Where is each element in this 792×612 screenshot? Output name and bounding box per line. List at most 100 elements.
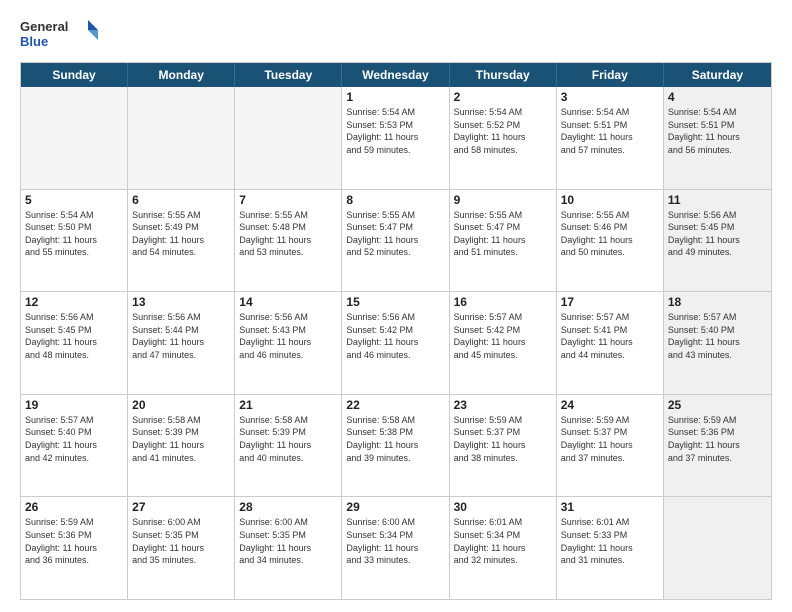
day-number: 9 [454,193,552,207]
calendar-cell-1-7: 4 Sunrise: 5:54 AM Sunset: 5:51 PM Daylig… [664,87,771,189]
header-cell-thursday: Thursday [450,63,557,87]
day-info: Sunrise: 5:56 AM Sunset: 5:43 PM Dayligh… [239,311,337,361]
day-number: 24 [561,398,659,412]
day-info: Sunrise: 5:55 AM Sunset: 5:47 PM Dayligh… [346,209,444,259]
day-number: 6 [132,193,230,207]
svg-text:Blue: Blue [20,34,48,49]
calendar-cell-3-6: 17 Sunrise: 5:57 AM Sunset: 5:41 PM Dayli… [557,292,664,394]
day-info: Sunrise: 5:54 AM Sunset: 5:52 PM Dayligh… [454,106,552,156]
day-number: 27 [132,500,230,514]
calendar-cell-2-7: 11Sunrise: 5:56 AM Sunset: 5:45 PM Dayli… [664,190,771,292]
day-number: 3 [561,90,659,104]
day-number: 21 [239,398,337,412]
day-info: Sunrise: 5:57 AM Sunset: 5:42 PM Dayligh… [454,311,552,361]
day-number: 18 [668,295,767,309]
calendar-cell-4-5: 23Sunrise: 5:59 AM Sunset: 5:37 PM Dayli… [450,395,557,497]
day-info: Sunrise: 5:58 AM Sunset: 5:38 PM Dayligh… [346,414,444,464]
calendar-cell-1-4: 1 Sunrise: 5:54 AM Sunset: 5:53 PM Daylig… [342,87,449,189]
calendar-cell-4-7: 25 Sunrise: 5:59 AM Sunset: 5:36 PM Dayli… [664,395,771,497]
day-number: 8 [346,193,444,207]
day-info: Sunrise: 5:55 AM Sunset: 5:48 PM Dayligh… [239,209,337,259]
calendar-cell-3-4: 15 Sunrise: 5:56 AM Sunset: 5:42 PM Dayli… [342,292,449,394]
calendar-cell-2-6: 10Sunrise: 5:55 AM Sunset: 5:46 PM Dayli… [557,190,664,292]
day-info: Sunrise: 5:57 AM Sunset: 5:41 PM Dayligh… [561,311,659,361]
day-info: Sunrise: 5:55 AM Sunset: 5:46 PM Dayligh… [561,209,659,259]
day-number: 30 [454,500,552,514]
calendar-header: SundayMondayTuesdayWednesdayThursdayFrid… [21,63,771,87]
calendar-cell-5-2: 27 Sunrise: 6:00 AM Sunset: 5:35 PM Dayli… [128,497,235,599]
day-number: 23 [454,398,552,412]
calendar-cell-3-3: 14 Sunrise: 5:56 AM Sunset: 5:43 PM Dayli… [235,292,342,394]
day-number: 1 [346,90,444,104]
day-number: 25 [668,398,767,412]
calendar-cell-2-2: 6 Sunrise: 5:55 AM Sunset: 5:49 PM Daylig… [128,190,235,292]
header-cell-sunday: Sunday [21,63,128,87]
day-info: Sunrise: 5:54 AM Sunset: 5:50 PM Dayligh… [25,209,123,259]
day-number: 7 [239,193,337,207]
calendar-cell-5-3: 28Sunrise: 6:00 AM Sunset: 5:35 PM Dayli… [235,497,342,599]
calendar-cell-1-3 [235,87,342,189]
calendar-cell-1-5: 2 Sunrise: 5:54 AM Sunset: 5:52 PM Daylig… [450,87,557,189]
day-number: 14 [239,295,337,309]
calendar-body: 1 Sunrise: 5:54 AM Sunset: 5:53 PM Daylig… [21,87,771,599]
calendar-cell-5-5: 30Sunrise: 6:01 AM Sunset: 5:34 PM Dayli… [450,497,557,599]
day-info: Sunrise: 5:54 AM Sunset: 5:51 PM Dayligh… [561,106,659,156]
day-info: Sunrise: 5:56 AM Sunset: 5:45 PM Dayligh… [668,209,767,259]
calendar: SundayMondayTuesdayWednesdayThursdayFrid… [20,62,772,600]
day-info: Sunrise: 5:56 AM Sunset: 5:44 PM Dayligh… [132,311,230,361]
calendar-cell-4-2: 20 Sunrise: 5:58 AM Sunset: 5:39 PM Dayli… [128,395,235,497]
day-info: Sunrise: 5:56 AM Sunset: 5:42 PM Dayligh… [346,311,444,361]
day-info: Sunrise: 5:59 AM Sunset: 5:36 PM Dayligh… [668,414,767,464]
day-info: Sunrise: 6:00 AM Sunset: 5:34 PM Dayligh… [346,516,444,566]
page: GeneralBlue SundayMondayTuesdayWednesday… [0,0,792,612]
day-info: Sunrise: 5:59 AM Sunset: 5:36 PM Dayligh… [25,516,123,566]
day-number: 15 [346,295,444,309]
day-number: 5 [25,193,123,207]
calendar-cell-3-5: 16 Sunrise: 5:57 AM Sunset: 5:42 PM Dayli… [450,292,557,394]
day-info: Sunrise: 5:55 AM Sunset: 5:47 PM Dayligh… [454,209,552,259]
day-number: 22 [346,398,444,412]
day-number: 12 [25,295,123,309]
calendar-cell-2-5: 9 Sunrise: 5:55 AM Sunset: 5:47 PM Daylig… [450,190,557,292]
day-info: Sunrise: 5:55 AM Sunset: 5:49 PM Dayligh… [132,209,230,259]
day-info: Sunrise: 5:54 AM Sunset: 5:53 PM Dayligh… [346,106,444,156]
header-cell-saturday: Saturday [664,63,771,87]
day-info: Sunrise: 5:59 AM Sunset: 5:37 PM Dayligh… [561,414,659,464]
calendar-cell-1-1 [21,87,128,189]
day-number: 19 [25,398,123,412]
calendar-cell-4-3: 21Sunrise: 5:58 AM Sunset: 5:39 PM Dayli… [235,395,342,497]
day-info: Sunrise: 5:58 AM Sunset: 5:39 PM Dayligh… [132,414,230,464]
day-info: Sunrise: 6:01 AM Sunset: 5:33 PM Dayligh… [561,516,659,566]
day-number: 20 [132,398,230,412]
day-number: 2 [454,90,552,104]
header: GeneralBlue [20,16,772,52]
header-cell-tuesday: Tuesday [235,63,342,87]
day-number: 31 [561,500,659,514]
calendar-cell-2-4: 8 Sunrise: 5:55 AM Sunset: 5:47 PM Daylig… [342,190,449,292]
day-info: Sunrise: 5:54 AM Sunset: 5:51 PM Dayligh… [668,106,767,156]
day-number: 13 [132,295,230,309]
day-number: 17 [561,295,659,309]
calendar-cell-4-1: 19 Sunrise: 5:57 AM Sunset: 5:40 PM Dayli… [21,395,128,497]
calendar-cell-2-1: 5 Sunrise: 5:54 AM Sunset: 5:50 PM Daylig… [21,190,128,292]
calendar-cell-4-4: 22 Sunrise: 5:58 AM Sunset: 5:38 PM Dayli… [342,395,449,497]
calendar-row-5: 26 Sunrise: 5:59 AM Sunset: 5:36 PM Dayli… [21,496,771,599]
day-number: 16 [454,295,552,309]
day-info: Sunrise: 5:57 AM Sunset: 5:40 PM Dayligh… [668,311,767,361]
day-info: Sunrise: 6:00 AM Sunset: 5:35 PM Dayligh… [132,516,230,566]
day-number: 28 [239,500,337,514]
svg-text:General: General [20,19,68,34]
calendar-row-2: 5 Sunrise: 5:54 AM Sunset: 5:50 PM Daylig… [21,189,771,292]
day-number: 4 [668,90,767,104]
calendar-cell-5-4: 29 Sunrise: 6:00 AM Sunset: 5:34 PM Dayli… [342,497,449,599]
calendar-cell-2-3: 7 Sunrise: 5:55 AM Sunset: 5:48 PM Daylig… [235,190,342,292]
day-info: Sunrise: 5:57 AM Sunset: 5:40 PM Dayligh… [25,414,123,464]
logo-svg: GeneralBlue [20,16,100,52]
calendar-cell-5-1: 26 Sunrise: 5:59 AM Sunset: 5:36 PM Dayli… [21,497,128,599]
calendar-cell-3-1: 12Sunrise: 5:56 AM Sunset: 5:45 PM Dayli… [21,292,128,394]
logo: GeneralBlue [20,16,100,52]
calendar-cell-3-7: 18 Sunrise: 5:57 AM Sunset: 5:40 PM Dayli… [664,292,771,394]
calendar-row-4: 19 Sunrise: 5:57 AM Sunset: 5:40 PM Dayli… [21,394,771,497]
day-number: 29 [346,500,444,514]
day-number: 26 [25,500,123,514]
